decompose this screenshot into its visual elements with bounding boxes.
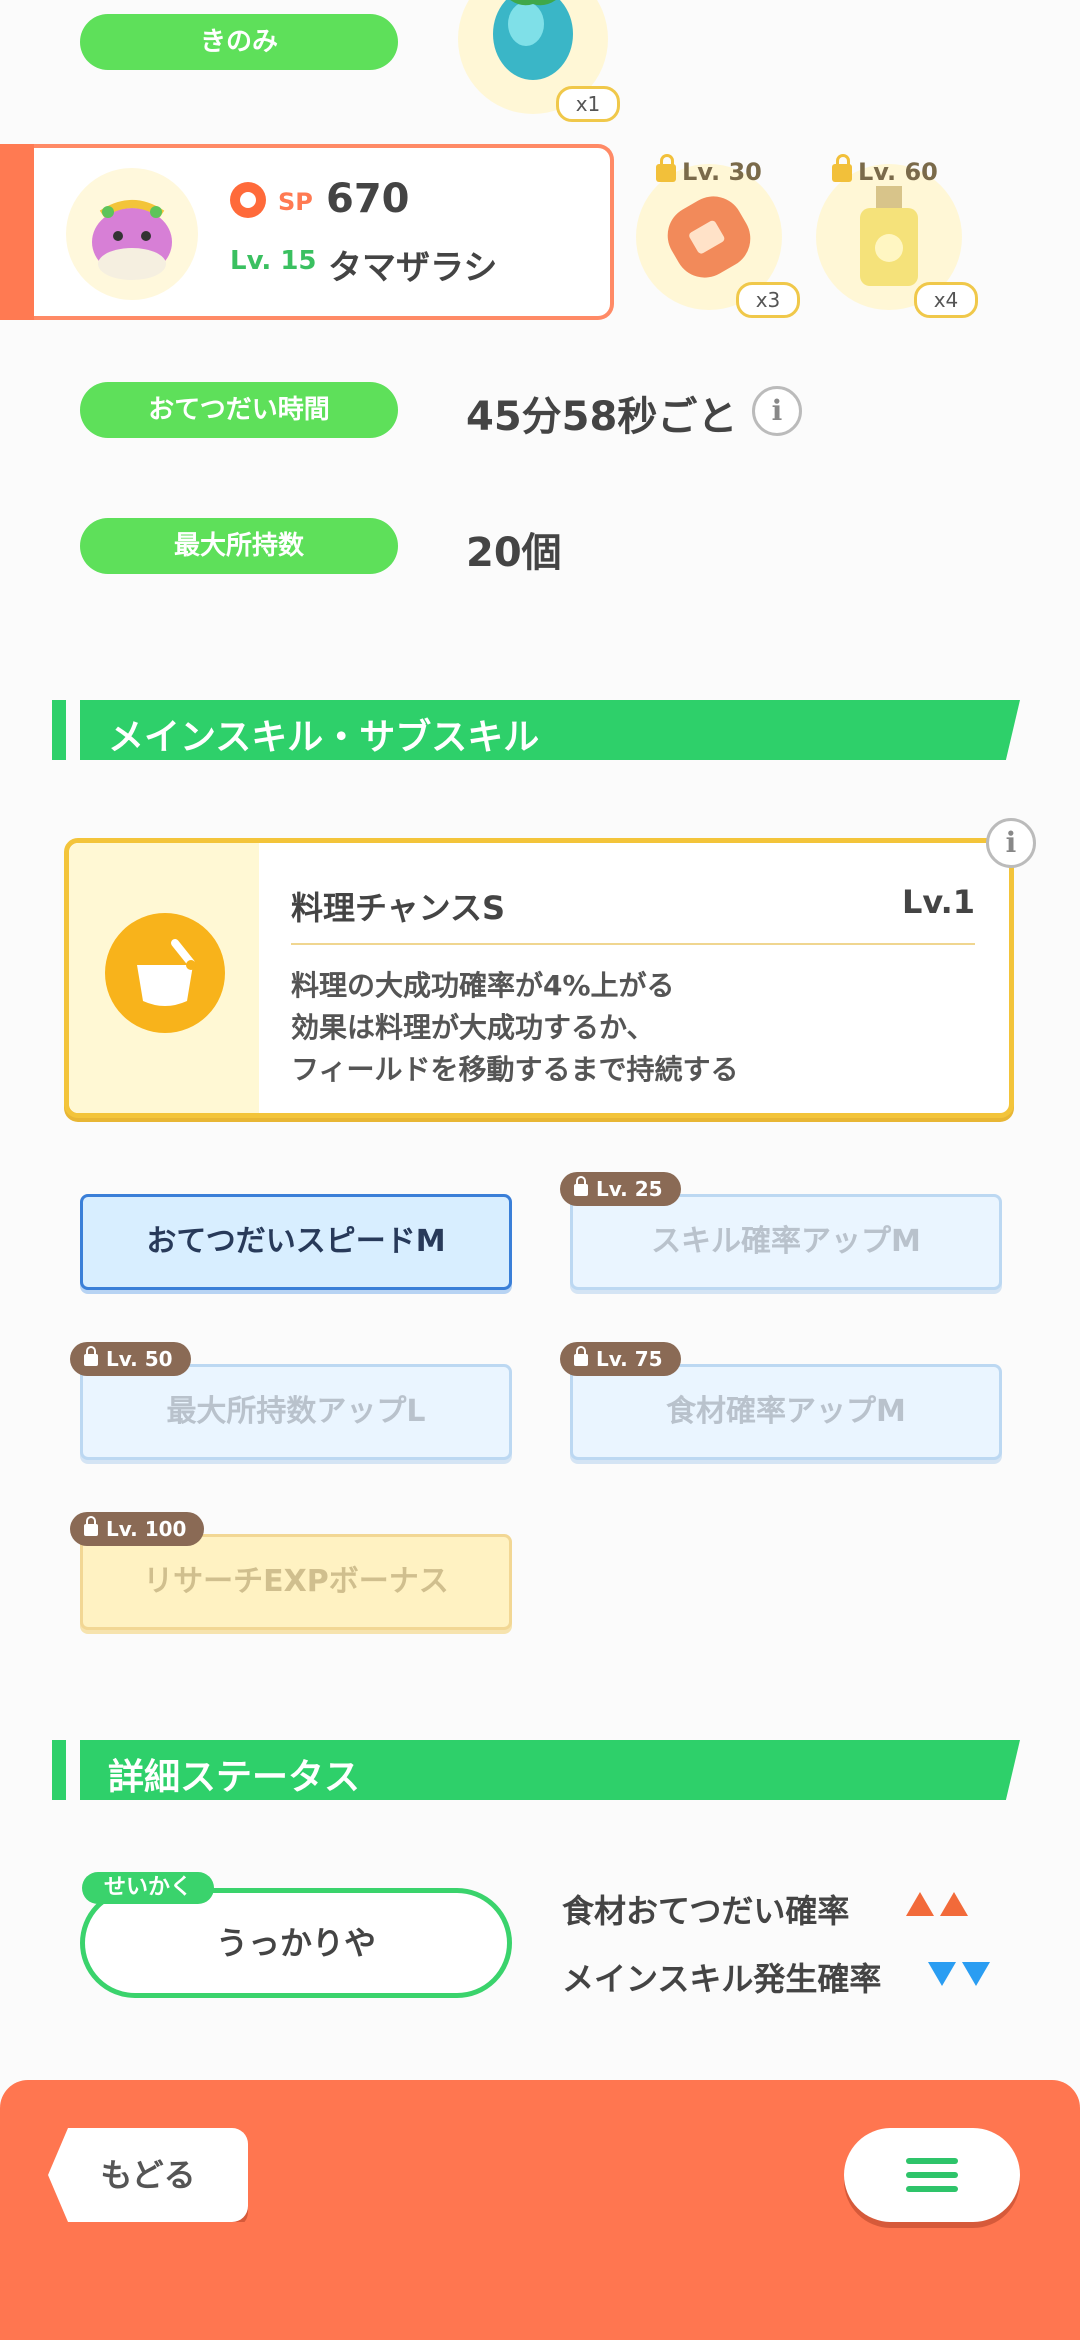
sub-skill-2-lock-level: Lv. 25 — [596, 1177, 663, 1201]
sub-skill-2[interactable]: スキル確率アップM — [570, 1194, 1002, 1290]
nature-down-stat: メインスキル発生確率 — [562, 1954, 881, 2000]
nature-down-label: メインスキル発生確率 — [562, 1960, 882, 1998]
sub-skill-4-lock: Lv. 75 — [560, 1342, 681, 1376]
desc-line-2: 効果は料理が大成功するか、 — [291, 1011, 655, 1044]
lock-icon — [574, 1346, 588, 1366]
sub-skill-3-lock-level: Lv. 50 — [106, 1347, 173, 1371]
avatar — [66, 168, 198, 300]
nature-value[interactable]: うっかりや — [80, 1888, 512, 1998]
sp-icon — [230, 182, 266, 218]
sub-skill-3-lock: Lv. 50 — [70, 1342, 191, 1376]
pokemon-spheal-icon — [92, 200, 172, 280]
help-time-label: おてつだい時間 — [80, 382, 398, 438]
nature-tag: せいかく — [82, 1872, 215, 1904]
sub-skill-3[interactable]: 最大所持数アップL — [80, 1364, 512, 1460]
hamburger-icon-line — [906, 2186, 958, 2192]
sp-label: SP — [278, 188, 313, 216]
berry-label: きのみ — [80, 14, 398, 70]
sub-skill-5-lock-level: Lv. 100 — [106, 1517, 187, 1541]
menu-button[interactable] — [844, 2128, 1020, 2222]
sub-skill-5[interactable]: リサーチEXPボーナス — [80, 1534, 512, 1630]
section-header-skills: メインスキル・サブスキル — [52, 700, 1020, 760]
skill-info-icon[interactable]: i — [986, 818, 1036, 868]
desc-line-3: フィールドを移動するまで持続する — [291, 1053, 739, 1086]
berry-count-badge: x1 — [556, 86, 620, 122]
main-skill-level: Lv.1 — [901, 883, 975, 921]
sub-skill-1[interactable]: おてつだいスピードM — [80, 1194, 512, 1290]
ingredient-2-lock-level: Lv. 60 — [858, 158, 938, 186]
section-header-details: 詳細ステータス — [52, 1740, 1020, 1800]
info-icon[interactable]: i — [752, 386, 802, 436]
skill-icon-panel — [69, 843, 259, 1113]
sub-skill-4-lock-level: Lv. 75 — [596, 1347, 663, 1371]
pokemon-name: タマザラシ — [328, 248, 498, 288]
ingredient-1-lock-level: Lv. 30 — [682, 158, 762, 186]
section-title: メインスキル・サブスキル — [108, 717, 540, 758]
main-skill-description: 料理の大成功確率が4%上がる 効果は料理が大成功するか、 フィールドを移動するま… — [291, 965, 738, 1091]
sub-skill-2-lock: Lv. 25 — [560, 1172, 681, 1206]
up-arrows-icon — [906, 1892, 974, 1920]
lock-icon — [656, 154, 676, 182]
ingredient-2-lock: Lv. 60 — [832, 154, 938, 186]
main-skill-card[interactable]: 料理チャンスS Lv.1 料理の大成功確率が4%上がる 効果は料理が大成功するか… — [64, 838, 1014, 1118]
pokemon-level: Lv. 15 — [230, 246, 317, 276]
down-arrows-icon — [928, 1962, 996, 1990]
lock-icon — [832, 154, 852, 182]
lock-icon — [84, 1346, 98, 1366]
desc-line-1: 料理の大成功確率が4%上がる — [291, 969, 675, 1002]
nature-up-label: 食材おてつだい確率 — [562, 1892, 850, 1930]
section-title: 詳細ステータス — [108, 1757, 361, 1798]
lock-icon — [574, 1176, 588, 1196]
sub-skill-5-lock: Lv. 100 — [70, 1512, 205, 1546]
section-accent — [52, 700, 66, 760]
hamburger-icon-line — [906, 2158, 958, 2164]
max-carry-label: 最大所持数 — [80, 518, 398, 574]
divider — [291, 943, 975, 945]
sp-value: 670 — [326, 176, 410, 222]
back-button[interactable]: もどる — [48, 2128, 248, 2222]
max-carry-value: 20個 — [466, 530, 562, 576]
section-accent — [52, 1740, 66, 1800]
ingredient-2-count: x4 — [914, 282, 978, 318]
sub-skill-4[interactable]: 食材確率アップM — [570, 1364, 1002, 1460]
help-time-value: 45分58秒ごと — [466, 394, 738, 440]
nature-up-stat: 食材おてつだい確率 — [562, 1886, 849, 1932]
lock-icon — [84, 1516, 98, 1536]
main-skill-name: 料理チャンスS — [291, 889, 506, 927]
ingredient-1-count: x3 — [736, 282, 800, 318]
hamburger-icon-line — [906, 2172, 958, 2178]
cooking-pot-icon — [105, 913, 225, 1033]
ingredient-1-lock: Lv. 30 — [656, 154, 762, 186]
